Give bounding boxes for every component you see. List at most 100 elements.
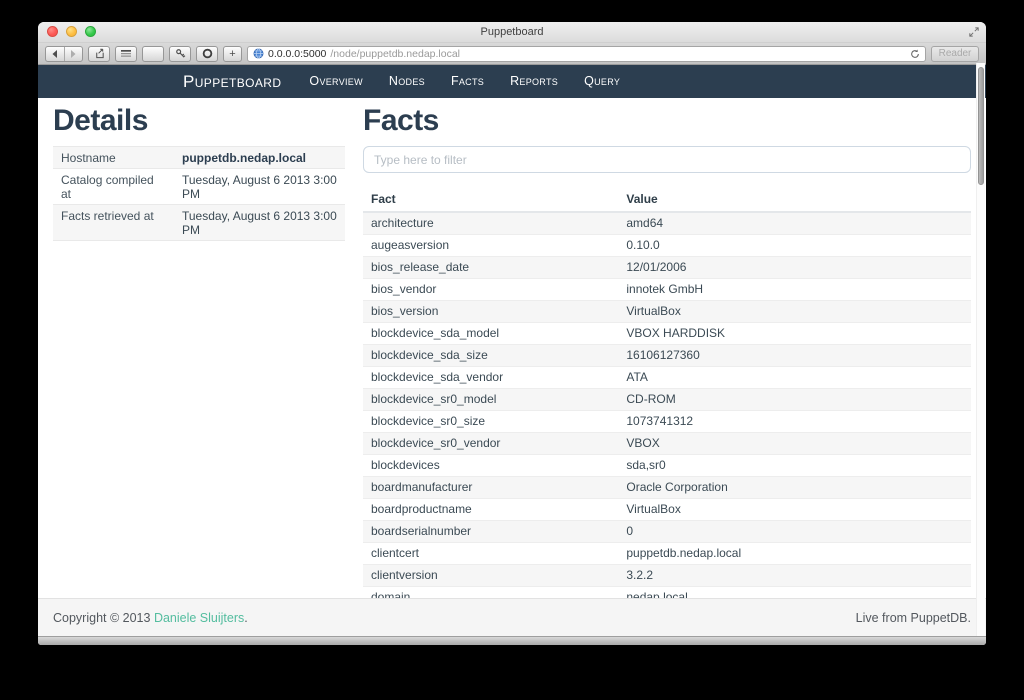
fullscreen-icon[interactable] (969, 27, 979, 37)
nav-item-reports[interactable]: Reports (497, 65, 571, 98)
fact-name: boardserialnumber (363, 520, 618, 542)
fact-row: clientcertpuppetdb.nedap.local (363, 542, 971, 564)
scrollbar-thumb[interactable] (978, 67, 984, 185)
fact-name: augeasversion (363, 234, 618, 256)
fact-row: boardproductnameVirtualBox (363, 498, 971, 520)
page-footer: Copyright © 2013 Daniele Sluijters. Live… (38, 598, 986, 636)
author-link[interactable]: Daniele Sluijters (154, 611, 244, 625)
back-button[interactable] (46, 47, 64, 61)
value-column-header: Value (618, 188, 971, 212)
reading-list-button[interactable] (115, 46, 137, 62)
fact-name: architecture (363, 212, 618, 235)
fact-row: bios_release_date12/01/2006 (363, 256, 971, 278)
reader-button-label: Reader (939, 48, 972, 59)
fact-name: bios_release_date (363, 256, 618, 278)
fact-value: 0.10.0 (618, 234, 971, 256)
fact-name: boardmanufacturer (363, 476, 618, 498)
details-row-label: Facts retrieved at (53, 205, 174, 241)
details-table: Hostnamepuppetdb.nedap.localCatalog comp… (53, 146, 345, 241)
facts-filter-input[interactable] (363, 146, 971, 173)
app-navbar: Puppetboard OverviewNodesFactsReportsQue… (38, 65, 986, 98)
fact-row: bios_versionVirtualBox (363, 300, 971, 322)
facts-heading: Facts (363, 104, 971, 138)
details-panel: Details Hostnamepuppetdb.nedap.localCata… (53, 98, 345, 598)
fact-name: bios_vendor (363, 278, 618, 300)
fact-row: augeasversion0.10.0 (363, 234, 971, 256)
fact-value: VirtualBox (618, 498, 971, 520)
fact-value: nedap.local (618, 586, 971, 598)
forward-button[interactable] (64, 47, 83, 61)
globe-favicon (253, 48, 264, 59)
fact-value: VBOX (618, 432, 971, 454)
nav-item-facts[interactable]: Facts (438, 65, 497, 98)
share-icon (94, 48, 105, 59)
fact-value: innotek GmbH (618, 278, 971, 300)
fact-value: 0 (618, 520, 971, 542)
url-host: 0.0.0.0:5000 (268, 48, 326, 60)
nav-item-query[interactable]: Query (571, 65, 633, 98)
fact-row: blockdevice_sr0_vendorVBOX (363, 432, 971, 454)
fact-column-header: Fact (363, 188, 618, 212)
fact-name: blockdevice_sr0_model (363, 388, 618, 410)
details-row: Catalog compiled atTuesday, August 6 201… (53, 169, 345, 205)
new-tab-button[interactable]: + (223, 46, 242, 62)
copyright-text: Copyright © 2013 Daniele Sluijters. (53, 611, 248, 625)
fact-row: blockdevice_sda_modelVBOX HARDDISK (363, 322, 971, 344)
facts-panel: Facts Fact Value architectureamd64augeas… (363, 98, 971, 598)
fact-value: VBOX HARDDISK (618, 322, 971, 344)
fact-row: boardmanufacturerOracle Corporation (363, 476, 971, 498)
details-row-label: Hostname (53, 147, 174, 169)
fact-row: blockdevice_sr0_modelCD-ROM (363, 388, 971, 410)
ring-icon (202, 48, 213, 59)
details-row-value: puppetdb.nedap.local (174, 147, 345, 169)
fact-row: architectureamd64 (363, 212, 971, 235)
zoom-window-button[interactable] (85, 26, 96, 37)
fact-value: 16106127360 (618, 344, 971, 366)
nav-item-nodes[interactable]: Nodes (376, 65, 438, 98)
live-from-puppetdb-text: Live from PuppetDB. (856, 611, 971, 625)
share-button[interactable] (88, 46, 110, 62)
fact-value: 3.2.2 (618, 564, 971, 586)
fact-name: blockdevice_sda_model (363, 322, 618, 344)
details-row-value: Tuesday, August 6 2013 3:00 PM (174, 205, 345, 241)
browser-window: Puppetboard (38, 22, 986, 645)
details-heading: Details (53, 104, 345, 138)
keychain-button[interactable] (169, 46, 191, 62)
traffic-lights (47, 26, 96, 37)
fact-value: amd64 (618, 212, 971, 235)
fact-name: blockdevice_sda_vendor (363, 366, 618, 388)
history-nav (45, 46, 83, 62)
plus-icon: + (229, 48, 235, 60)
url-bar[interactable]: 0.0.0.0:5000 /node/puppetdb.nedap.local (247, 46, 926, 62)
refresh-icon[interactable] (910, 49, 920, 59)
browser-status-bar (38, 636, 986, 645)
minimize-window-button[interactable] (66, 26, 77, 37)
nav-item-overview[interactable]: Overview (296, 65, 375, 98)
fact-name: domain (363, 586, 618, 598)
fact-row: bios_vendorinnotek GmbH (363, 278, 971, 300)
fact-name: blockdevice_sda_size (363, 344, 618, 366)
fact-row: blockdevice_sda_vendorATA (363, 366, 971, 388)
fact-name: blockdevice_sr0_size (363, 410, 618, 432)
fact-name: blockdevices (363, 454, 618, 476)
blank-toolbar-button[interactable] (142, 46, 164, 62)
close-window-button[interactable] (47, 26, 58, 37)
details-row: Hostnamepuppetdb.nedap.local (53, 147, 345, 169)
fact-value: Oracle Corporation (618, 476, 971, 498)
fact-value: 12/01/2006 (618, 256, 971, 278)
fact-name: blockdevice_sr0_vendor (363, 432, 618, 454)
extension-button[interactable] (196, 46, 218, 62)
url-path: /node/puppetdb.nedap.local (330, 48, 906, 60)
page-scrollbar[interactable] (976, 63, 985, 636)
fact-row: clientversion3.2.2 (363, 564, 971, 586)
fact-value: puppetdb.nedap.local (618, 542, 971, 564)
fact-name: clientcert (363, 542, 618, 564)
copyright-suffix: . (244, 611, 247, 625)
fact-row: blockdevicessda,sr0 (363, 454, 971, 476)
window-title: Puppetboard (38, 22, 986, 42)
navbar-brand[interactable]: Puppetboard (183, 72, 281, 92)
reader-button[interactable]: Reader (931, 46, 979, 62)
fact-value: ATA (618, 366, 971, 388)
main-content: Details Hostnamepuppetdb.nedap.localCata… (38, 98, 986, 598)
titlebar[interactable]: Puppetboard (38, 22, 986, 43)
